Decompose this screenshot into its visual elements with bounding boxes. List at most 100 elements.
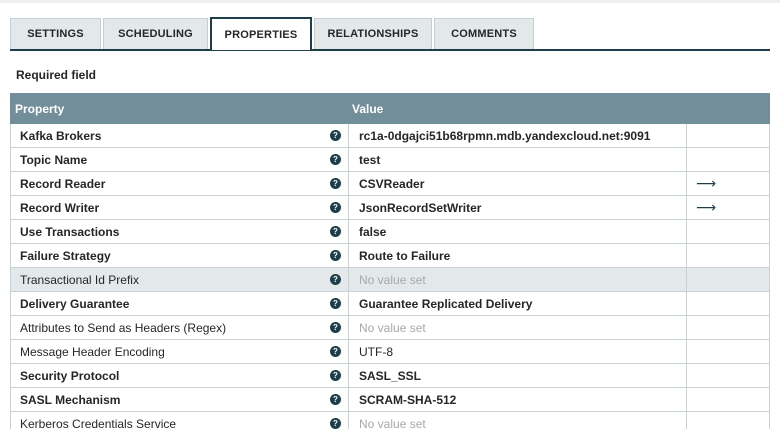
column-divider — [769, 292, 770, 315]
property-value[interactable]: Route to Failure — [359, 249, 450, 263]
tab-bar: SETTINGS SCHEDULING PROPERTIES RELATIONS… — [10, 17, 770, 50]
help-icon[interactable]: ? — [330, 178, 341, 189]
help-icon[interactable]: ? — [330, 370, 341, 381]
arrow-right-icon[interactable]: ⟶ — [696, 175, 716, 192]
table-row[interactable]: Kafka Brokers? rc1a-0dgajci51b68rpmn.mdb.… — [10, 124, 770, 148]
column-divider — [348, 340, 349, 363]
column-divider — [348, 220, 349, 243]
column-divider — [348, 364, 349, 387]
property-name: Security Protocol — [20, 369, 120, 383]
column-divider — [769, 148, 770, 171]
property-name: Kafka Brokers — [20, 129, 102, 143]
table-row[interactable]: Transactional Id Prefix? No value set — [10, 268, 770, 292]
help-icon[interactable]: ? — [330, 394, 341, 405]
tab-relationships[interactable]: RELATIONSHIPS — [314, 18, 432, 49]
property-value[interactable]: SCRAM-SHA-512 — [359, 393, 456, 407]
help-icon[interactable]: ? — [330, 130, 341, 141]
column-divider — [769, 172, 770, 195]
tab-properties[interactable]: PROPERTIES — [210, 17, 312, 50]
property-name: Kerberos Credentials Service — [20, 417, 177, 429]
property-value[interactable]: test — [359, 153, 380, 167]
column-divider — [348, 292, 349, 315]
property-value[interactable]: UTF-8 — [359, 345, 393, 359]
top-divider — [0, 0, 780, 3]
column-divider — [686, 292, 687, 315]
column-header-property[interactable]: Property — [15, 102, 64, 116]
property-name: Use Transactions — [20, 225, 120, 239]
property-name: Failure Strategy — [20, 249, 111, 263]
help-icon[interactable]: ? — [330, 202, 341, 213]
table-row[interactable]: Attributes to Send as Headers (Regex)? No… — [10, 316, 770, 340]
property-name: Topic Name — [20, 153, 88, 167]
table-row[interactable]: Use Transactions? false — [10, 220, 770, 244]
property-value[interactable]: CSVReader — [359, 177, 424, 191]
column-divider — [686, 412, 687, 429]
help-icon[interactable]: ? — [330, 298, 341, 309]
column-divider — [769, 412, 770, 429]
help-icon[interactable]: ? — [330, 154, 341, 165]
property-name: Record Writer — [20, 201, 100, 215]
column-divider — [686, 268, 687, 291]
help-icon[interactable]: ? — [330, 418, 341, 429]
property-value[interactable]: SASL_SSL — [359, 369, 421, 383]
table-row[interactable]: Record Reader? CSVReader ⟶ — [10, 172, 770, 196]
table-row[interactable]: Record Writer? JsonRecordSetWriter ⟶ — [10, 196, 770, 220]
properties-table: Property Value Kafka Brokers? rc1a-0dgajc… — [10, 93, 770, 429]
table-row[interactable]: Message Header Encoding? UTF-8 — [10, 340, 770, 364]
row-border — [10, 124, 11, 147]
column-divider — [769, 196, 770, 219]
table-row[interactable]: SASL Mechanism? SCRAM-SHA-512 — [10, 388, 770, 412]
column-divider — [348, 172, 349, 195]
column-header-value[interactable]: Value — [352, 102, 383, 116]
table-row[interactable]: Topic Name? test — [10, 148, 770, 172]
column-divider — [348, 244, 349, 267]
help-icon[interactable]: ? — [330, 346, 341, 357]
property-value[interactable]: rc1a-0dgajci51b68rpmn.mdb.yandexcloud.ne… — [359, 129, 650, 143]
property-name: Delivery Guarantee — [20, 297, 130, 311]
row-border — [10, 364, 11, 387]
help-icon[interactable]: ? — [330, 250, 341, 261]
property-value[interactable]: Guarantee Replicated Delivery — [359, 297, 532, 311]
column-divider — [686, 220, 687, 243]
tab-underline — [10, 49, 770, 51]
column-divider — [348, 412, 349, 429]
tab-scheduling[interactable]: SCHEDULING — [103, 18, 208, 49]
property-value[interactable]: No value set — [359, 273, 426, 287]
column-divider — [686, 316, 687, 339]
column-divider — [686, 196, 687, 219]
property-name: SASL Mechanism — [20, 393, 121, 407]
column-divider — [348, 268, 349, 291]
row-border — [10, 340, 11, 363]
property-value[interactable]: No value set — [359, 417, 426, 429]
column-divider — [769, 268, 770, 291]
table-row[interactable]: Security Protocol? SASL_SSL — [10, 364, 770, 388]
help-icon[interactable]: ? — [330, 274, 341, 285]
column-divider — [769, 244, 770, 267]
property-value[interactable]: false — [359, 225, 386, 239]
tab-settings[interactable]: SETTINGS — [10, 18, 101, 49]
column-divider — [348, 196, 349, 219]
table-body: Kafka Brokers? rc1a-0dgajci51b68rpmn.mdb.… — [10, 124, 770, 429]
column-divider — [686, 340, 687, 363]
row-border — [10, 196, 11, 219]
column-divider — [348, 316, 349, 339]
table-row[interactable]: Delivery Guarantee? Guarantee Replicated … — [10, 292, 770, 316]
arrow-right-icon[interactable]: ⟶ — [696, 199, 716, 216]
row-border — [10, 268, 11, 291]
column-divider — [769, 220, 770, 243]
column-divider — [348, 388, 349, 411]
column-divider — [686, 244, 687, 267]
help-icon[interactable]: ? — [330, 322, 341, 333]
row-border — [10, 292, 11, 315]
help-icon[interactable]: ? — [330, 226, 341, 237]
table-row[interactable]: Kerberos Credentials Service? No value se… — [10, 412, 770, 429]
tab-comments[interactable]: COMMENTS — [434, 18, 534, 49]
column-divider — [769, 316, 770, 339]
row-border — [10, 388, 11, 411]
property-value[interactable]: No value set — [359, 321, 426, 335]
row-border — [10, 412, 11, 429]
row-border — [10, 172, 11, 195]
table-row[interactable]: Failure Strategy? Route to Failure — [10, 244, 770, 268]
property-value[interactable]: JsonRecordSetWriter — [359, 201, 481, 215]
column-divider — [769, 388, 770, 411]
